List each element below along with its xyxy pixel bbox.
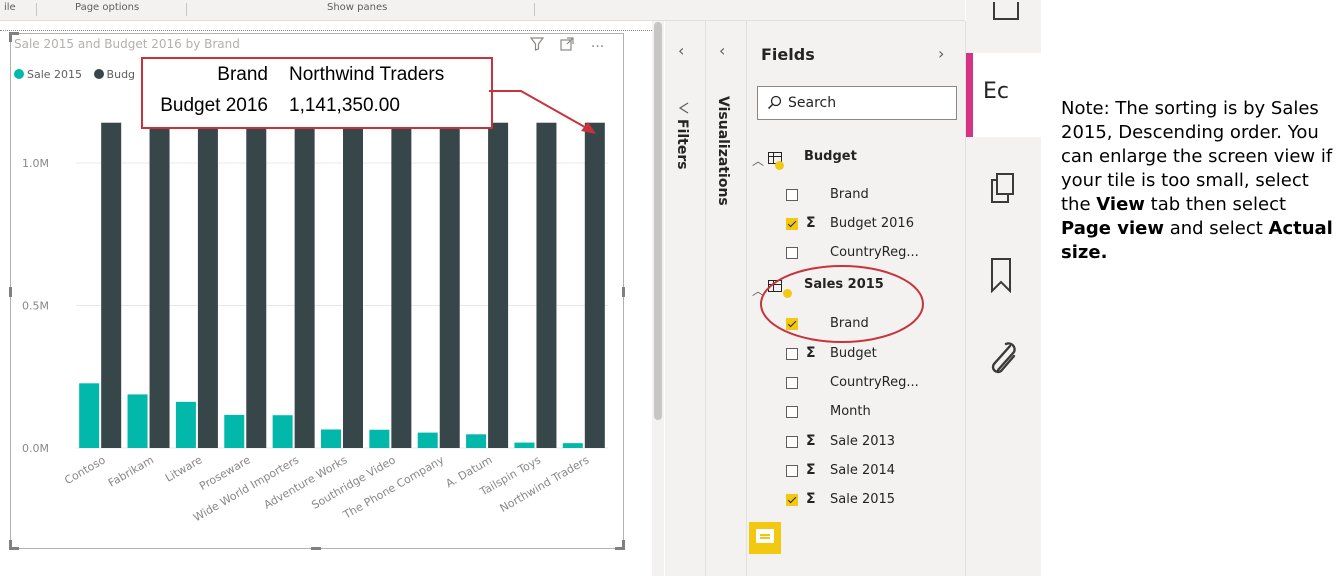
checkbox-sales-2013[interactable] — [786, 436, 798, 448]
instruction-note: Note: The sorting is by Sales 2015, Desc… — [1061, 97, 1333, 265]
y-tick-label: 0.5M — [22, 300, 49, 313]
field-budget-2016[interactable]: Budget 2016 — [830, 216, 914, 231]
checkbox-budget-2016[interactable] — [786, 218, 798, 230]
x-tick-label: Northwind Traders — [498, 453, 592, 515]
paperclip-icon[interactable] — [986, 340, 1018, 384]
copy-icon[interactable] — [988, 172, 1018, 214]
bar-sale-2015 — [224, 414, 245, 448]
sigma-icon: Σ — [806, 433, 816, 449]
x-tick-label: Contoso — [62, 453, 108, 487]
checkbox-budget-countryreg[interactable] — [786, 247, 798, 259]
bar-sale-2015 — [466, 434, 487, 448]
field-sales-2013[interactable]: Sale 2013 — [830, 434, 895, 449]
scrollbar-thumb[interactable] — [654, 22, 662, 420]
fields-title: Fields — [761, 45, 815, 64]
comment-button[interactable] — [749, 522, 781, 554]
bar-sale-2015 — [321, 429, 341, 448]
bar-sale-2015 — [272, 415, 293, 448]
bar-sale-2015 — [175, 401, 196, 448]
sigma-icon: Σ — [806, 215, 816, 231]
note-page-view: Page view — [1061, 218, 1164, 239]
bar-sale-2015 — [562, 443, 583, 448]
field-budget-countryreg[interactable]: CountryReg... — [830, 245, 919, 260]
bar-sale-2015 — [127, 394, 148, 448]
annotation-arrow — [489, 90, 596, 134]
chevron-up-icon[interactable]: ︿ — [752, 152, 764, 169]
checkbox-sales-month[interactable] — [786, 406, 798, 418]
highlight-ellipse — [760, 265, 924, 343]
search-input[interactable] — [757, 86, 957, 120]
checkbox-budget-brand[interactable] — [786, 189, 798, 201]
search-placeholder: Search — [788, 95, 837, 111]
bar-sale-2015 — [514, 442, 535, 448]
sigma-icon: Σ — [806, 491, 816, 507]
y-tick-label: 0.0M — [22, 442, 49, 455]
sigma-icon: Σ — [806, 462, 816, 478]
page-icon[interactable] — [993, 2, 1019, 20]
checkbox-sales-countryreg[interactable] — [786, 377, 798, 389]
filters-label[interactable]: Filters — [674, 119, 690, 170]
collapse-visualizations-icon[interactable]: ‹ — [719, 41, 725, 60]
note-text-2: tab then select — [1150, 194, 1287, 215]
note-view: View — [1096, 194, 1145, 215]
comment-icon — [756, 529, 774, 543]
bar-sale-2015 — [369, 429, 390, 448]
search-icon — [767, 95, 782, 114]
filters-pane[interactable]: ‹ Filters — [665, 21, 706, 576]
visualizations-pane[interactable]: ‹ Visualizations — [706, 21, 747, 576]
checkbox-sales-2015[interactable] — [786, 494, 798, 506]
field-sales-month[interactable]: Month — [830, 404, 871, 419]
bar-sale-2015 — [417, 432, 438, 448]
table-budget[interactable]: Budget — [804, 149, 857, 164]
field-budget-brand[interactable]: Brand — [830, 187, 869, 202]
field-sales-2015[interactable]: Sale 2015 — [830, 492, 895, 507]
bookmark-icon[interactable] — [990, 257, 1012, 301]
x-tick-label: Fabrikam — [106, 453, 156, 489]
table-check-icon — [775, 161, 784, 170]
field-sales-countryreg[interactable]: CountryReg... — [830, 375, 919, 390]
visualizations-label[interactable]: Visualizations — [715, 96, 731, 206]
note-text-3: and select — [1169, 218, 1263, 239]
bar-sale-2015 — [79, 383, 100, 448]
checkbox-sales-2014[interactable] — [786, 465, 798, 477]
chevron-right-icon[interactable]: › — [938, 44, 944, 63]
edit-label: Ec — [983, 79, 1009, 104]
collapse-filters-icon[interactable]: ‹ — [678, 41, 684, 60]
filter-funnel-icon — [677, 99, 689, 118]
field-sales-2014[interactable]: Sale 2014 — [830, 463, 895, 478]
x-tick-label: Adventure Works — [262, 453, 350, 511]
